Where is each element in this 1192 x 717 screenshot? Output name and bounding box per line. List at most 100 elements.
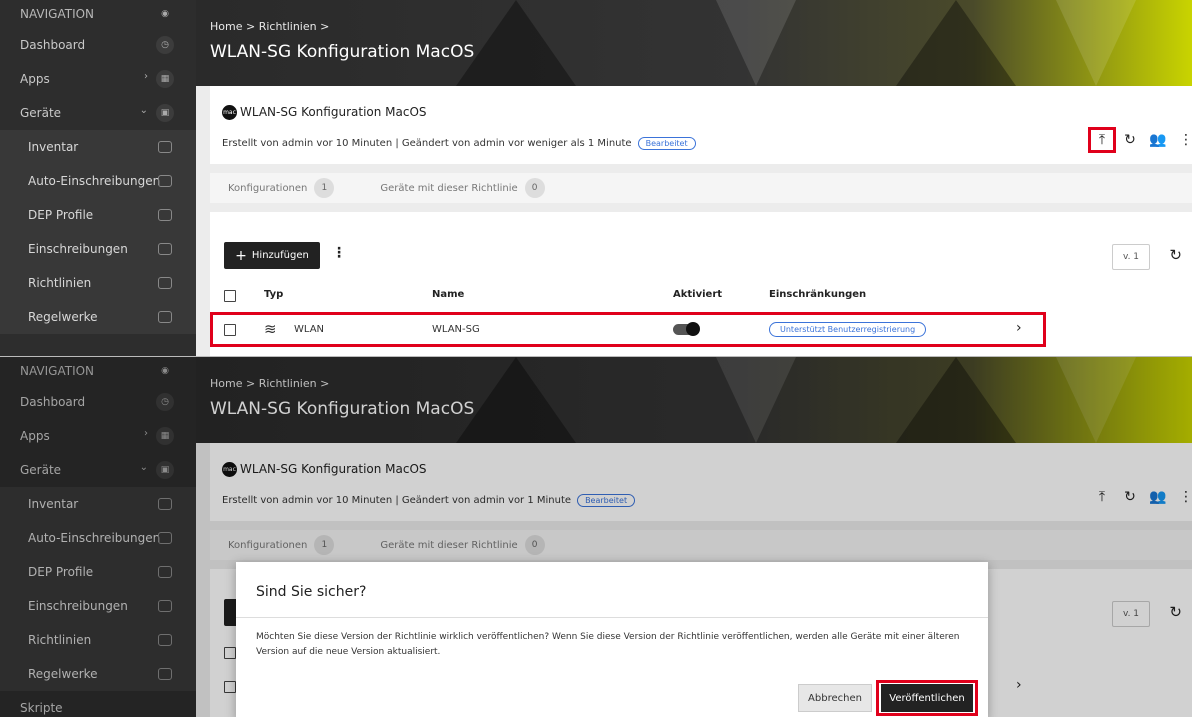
row-checkbox[interactable] — [224, 324, 236, 336]
sidebar-item-geraete[interactable]: Geräte ⌄ ▣ — [0, 453, 196, 487]
sidebar-item-richtlinien[interactable]: Richtlinien — [0, 266, 196, 300]
sidebar-item-dashboard[interactable]: Dashboard ◷ — [0, 28, 196, 62]
status-badge: Bearbeitet — [637, 137, 696, 150]
count-badge: 1 — [314, 535, 335, 555]
publish-confirm-button[interactable]: Veröffentlichen — [876, 680, 978, 716]
tab-geraete[interactable]: Geräte mit dieser Richtlinie 0 — [380, 178, 545, 198]
gauge-icon: ◷ — [156, 393, 174, 411]
tab-geraete[interactable]: Geräte mit dieser Richtlinie 0 — [380, 535, 545, 555]
cell-name: WLAN-SG — [432, 324, 480, 335]
cancel-button[interactable]: Abbrechen — [798, 684, 872, 712]
sidebar-item-dep-profile[interactable]: DEP Profile — [0, 198, 196, 232]
nav-dot-icon: ◉ — [161, 366, 169, 376]
policy-meta: Erstellt von admin vor 10 Minuten | Geän… — [222, 137, 696, 150]
sidebar-item-apps[interactable]: Apps › ▦ — [0, 419, 196, 453]
select-all-checkbox[interactable] — [224, 647, 236, 659]
sidebar-nav-header: NAVIGATION ◉ — [0, 0, 196, 28]
chevron-right-icon: › — [144, 71, 148, 82]
count-badge: 0 — [524, 535, 545, 555]
wifi-icon: ≋ — [264, 320, 277, 338]
chevron-right-icon[interactable]: › — [1016, 677, 1022, 693]
revert-button[interactable]: ↻ — [1116, 127, 1144, 153]
refresh-icon[interactable]: ↻ — [1169, 246, 1182, 264]
tab-konfigurationen[interactable]: Konfigurationen 1 — [228, 178, 335, 198]
breadcrumb[interactable]: Home > Richtlinien > — [210, 20, 329, 33]
sidebar-item-einschreibungen[interactable]: Einschreibungen — [0, 232, 196, 266]
sidebar-item-geraete[interactable]: Geräte ⌄ ▣ — [0, 96, 196, 130]
header-banner: Home > Richtlinien > WLAN-SG Konfigurati… — [196, 0, 1192, 86]
users-icon: 👥 — [1149, 489, 1167, 505]
chevron-right-icon: › — [144, 428, 148, 439]
breadcrumb[interactable]: Home > Richtlinien > — [210, 377, 329, 390]
sidebar-item-regelwerke[interactable]: Regelwerke — [0, 657, 196, 691]
tab-bar: Konfigurationen 1 Geräte mit dieser Richt… — [210, 173, 1192, 203]
row-checkbox[interactable] — [224, 681, 236, 693]
table-row[interactable]: ≋ WLAN WLAN-SG Unterstützt Benutzerregis… — [210, 312, 1046, 347]
version-select[interactable]: v. 1 — [1112, 244, 1150, 270]
assign-button[interactable]: 👥 — [1144, 484, 1172, 510]
col-aktiviert[interactable]: Aktiviert — [673, 289, 722, 300]
select-all-checkbox[interactable] — [224, 290, 236, 302]
publish-button[interactable]: ⤒ — [1088, 484, 1116, 510]
sidebar-item-dep-profile[interactable]: DEP Profile — [0, 555, 196, 589]
auto-enroll-icon — [158, 175, 172, 187]
sidebar-item-apps[interactable]: Apps › ▦ — [0, 62, 196, 96]
sidebar-item-auto-einschreibungen[interactable]: Auto-Einschreibungen — [0, 164, 196, 198]
devices-icon: ▣ — [156, 461, 174, 479]
chevron-right-icon[interactable]: › — [1016, 320, 1022, 336]
dep-icon — [158, 209, 172, 221]
page-title: WLAN-SG Konfiguration MacOS — [210, 399, 475, 419]
config-table: + Hinzufügen ⋮ v. 1 ↻ Typ Name Aktiviert … — [210, 212, 1192, 356]
restriction-badge: Unterstützt Benutzerregistrierung — [769, 322, 927, 337]
sidebar-item-auto-einschreibungen[interactable]: Auto-Einschreibungen — [0, 521, 196, 555]
revert-icon: ↻ — [1124, 132, 1136, 148]
sidebar-item-skripte[interactable]: Skripte — [0, 691, 196, 717]
policy-title: mac WLAN-SG Konfiguration MacOS — [222, 105, 427, 120]
cell-type: WLAN — [294, 324, 325, 335]
nav-dot-icon: ◉ — [161, 9, 169, 19]
auto-enroll-icon — [158, 532, 172, 544]
publish-icon: ⤒ — [1098, 132, 1106, 148]
revert-icon: ↻ — [1124, 489, 1136, 505]
table-more-icon[interactable]: ⋮ — [332, 245, 346, 261]
devices-icon: ▣ — [156, 104, 174, 122]
count-badge: 0 — [524, 178, 545, 198]
inventory-icon — [158, 141, 172, 153]
refresh-icon[interactable]: ↻ — [1169, 603, 1182, 621]
sidebar-item-einschreibungen[interactable]: Einschreibungen — [0, 589, 196, 623]
dialog-message: Möchten Sie diese Version der Richtlinie… — [256, 632, 960, 657]
grid-icon: ▦ — [156, 427, 174, 445]
tab-konfigurationen[interactable]: Konfigurationen 1 — [228, 535, 335, 555]
add-button[interactable]: +Hinzufügen — [224, 242, 320, 269]
col-typ[interactable]: Typ — [264, 289, 283, 300]
publish-icon: ⤒ — [1098, 489, 1106, 505]
more-button[interactable]: ⋮ — [1172, 127, 1192, 153]
tab-bar: Konfigurationen 1 Geräte mit dieser Richt… — [210, 530, 1192, 560]
policy-card: mac WLAN-SG Konfiguration MacOS Erstellt … — [210, 86, 1192, 164]
chevron-down-icon: ⌄ — [139, 105, 148, 116]
sidebar-item-richtlinien[interactable]: Richtlinien — [0, 623, 196, 657]
col-name[interactable]: Name — [432, 289, 464, 300]
main-area: Home > Richtlinien > WLAN-SG Konfigurati… — [196, 0, 1192, 356]
policy-icon — [158, 277, 172, 289]
enabled-toggle[interactable] — [673, 322, 700, 336]
gauge-icon: ◷ — [156, 36, 174, 54]
sidebar-item-dashboard[interactable]: Dashboard ◷ — [0, 385, 196, 419]
inventory-icon — [158, 498, 172, 510]
sidebar: NAVIGATION ◉ Dashboard ◷ Apps › ▦ Geräte ⌄ ▣ I… — [0, 357, 196, 717]
screenshot-top: NAVIGATION ◉ Dashboard ◷ Apps › ▦ Geräte ⌄ ▣ I… — [0, 0, 1192, 356]
header-banner: Home > Richtlinien > WLAN-SG Konfigurati… — [196, 357, 1192, 443]
status-badge: Bearbeitet — [577, 494, 636, 507]
sidebar-item-inventar[interactable]: Inventar — [0, 130, 196, 164]
chevron-down-icon: ⌄ — [139, 462, 148, 473]
sidebar-item-regelwerke[interactable]: Regelwerke — [0, 300, 196, 334]
assign-button[interactable]: 👥 — [1144, 127, 1172, 153]
more-button[interactable]: ⋮ — [1172, 484, 1192, 510]
revert-button[interactable]: ↻ — [1116, 484, 1144, 510]
publish-button[interactable]: ⤒ — [1088, 127, 1116, 153]
version-select[interactable]: v. 1 — [1112, 601, 1150, 627]
sidebar-item-inventar[interactable]: Inventar — [0, 487, 196, 521]
col-einschraenkungen[interactable]: Einschränkungen — [769, 289, 866, 300]
count-badge: 1 — [314, 178, 335, 198]
policy-card: mac WLAN-SG Konfiguration MacOS Erstellt … — [210, 443, 1192, 521]
